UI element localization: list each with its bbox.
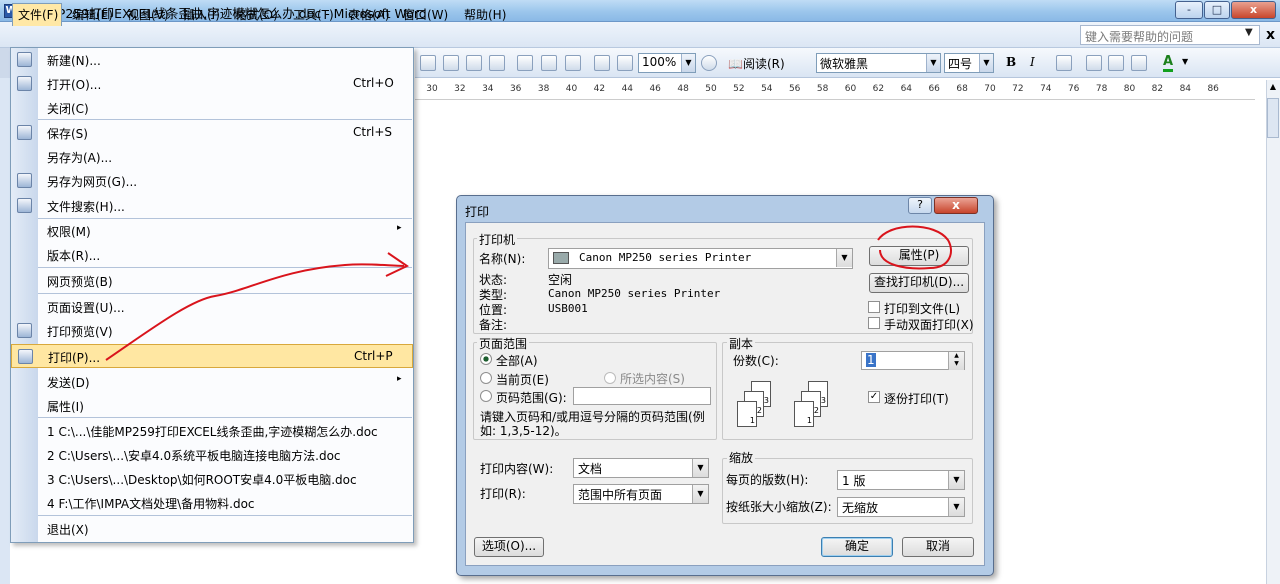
red-arrow-annotation: [105, 252, 409, 361]
red-annotation-overlay: [105, 225, 952, 361]
red-circle-annotation: [877, 225, 952, 270]
